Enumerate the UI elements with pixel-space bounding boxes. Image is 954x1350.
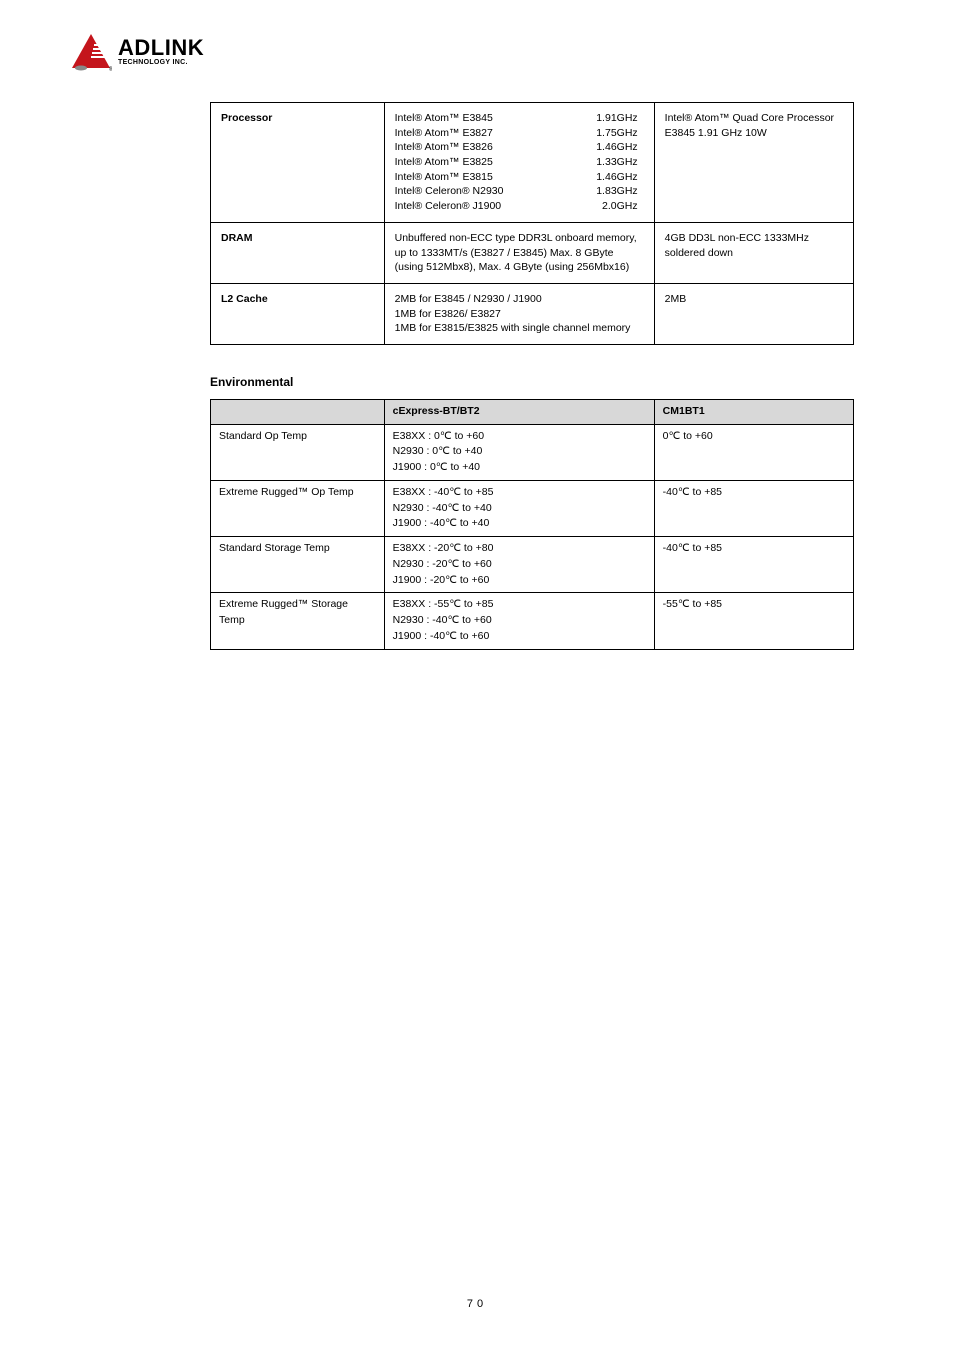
spec-label: Processor <box>211 103 385 223</box>
spec-right: Intel® Atom™ Quad Core Processor E3845 1… <box>654 103 853 223</box>
spec-center: Unbuffered non-ECC type DDR3L onboard me… <box>384 222 654 283</box>
table-row: ProcessorIntel® Atom™ E38451.91GHzIntel®… <box>211 103 854 223</box>
env-label: Standard Op Temp <box>211 424 385 480</box>
env-col3: -40℃ to +85 <box>654 480 853 536</box>
environmental-heading: Environmental <box>210 375 854 389</box>
logo-triangle-icon: ® <box>70 30 112 72</box>
table-row: Extreme Rugged™ Storage TempE38XX : -55℃… <box>211 593 854 649</box>
env-col3: -40℃ to +85 <box>654 537 853 593</box>
spec-right: 4GB DD3L non-ECC 1333MHz soldered down <box>654 222 853 283</box>
brand-logo: ® ADLINK TECHNOLOGY INC. <box>70 30 884 72</box>
env-col2: E38XX : -20℃ to +80N2930 : -20℃ to +60J1… <box>384 537 654 593</box>
env-label: Extreme Rugged™ Op Temp <box>211 480 385 536</box>
table-row: L2 Cache2MB for E3845 / N2930 / J19001MB… <box>211 283 854 344</box>
table-row: DRAMUnbuffered non-ECC type DDR3L onboar… <box>211 222 854 283</box>
table-row: Extreme Rugged™ Op TempE38XX : -40℃ to +… <box>211 480 854 536</box>
env-col3: 0℃ to +60 <box>654 424 853 480</box>
spec-label: L2 Cache <box>211 283 385 344</box>
table-row: Standard Storage TempE38XX : -20℃ to +80… <box>211 537 854 593</box>
env-col2: E38XX : -55℃ to +85N2930 : -40℃ to +60J1… <box>384 593 654 649</box>
environmental-table: cExpress-BT/BT2 CM1BT1 Standard Op TempE… <box>210 399 854 650</box>
spec-label: DRAM <box>211 222 385 283</box>
env-header-col3: CM1BT1 <box>654 399 853 424</box>
page-number: 70 <box>0 1298 954 1310</box>
spec-right: 2MB <box>654 283 853 344</box>
spec-table: ProcessorIntel® Atom™ E38451.91GHzIntel®… <box>210 102 854 345</box>
env-header-col2: cExpress-BT/BT2 <box>384 399 654 424</box>
spec-center: Intel® Atom™ E38451.91GHzIntel® Atom™ E3… <box>384 103 654 223</box>
env-col2: E38XX : 0℃ to +60N2930 : 0℃ to +40J1900 … <box>384 424 654 480</box>
table-row: Standard Op TempE38XX : 0℃ to +60N2930 :… <box>211 424 854 480</box>
svg-text:®: ® <box>109 66 112 72</box>
env-col2: E38XX : -40℃ to +85N2930 : -40℃ to +40J1… <box>384 480 654 536</box>
env-label: Standard Storage Temp <box>211 537 385 593</box>
spec-center: 2MB for E3845 / N2930 / J19001MB for E38… <box>384 283 654 344</box>
env-col3: -55℃ to +85 <box>654 593 853 649</box>
logo-sub-text: TECHNOLOGY INC. <box>118 59 204 66</box>
logo-main-text: ADLINK <box>118 37 204 59</box>
env-header-blank <box>211 399 385 424</box>
env-label: Extreme Rugged™ Storage Temp <box>211 593 385 649</box>
